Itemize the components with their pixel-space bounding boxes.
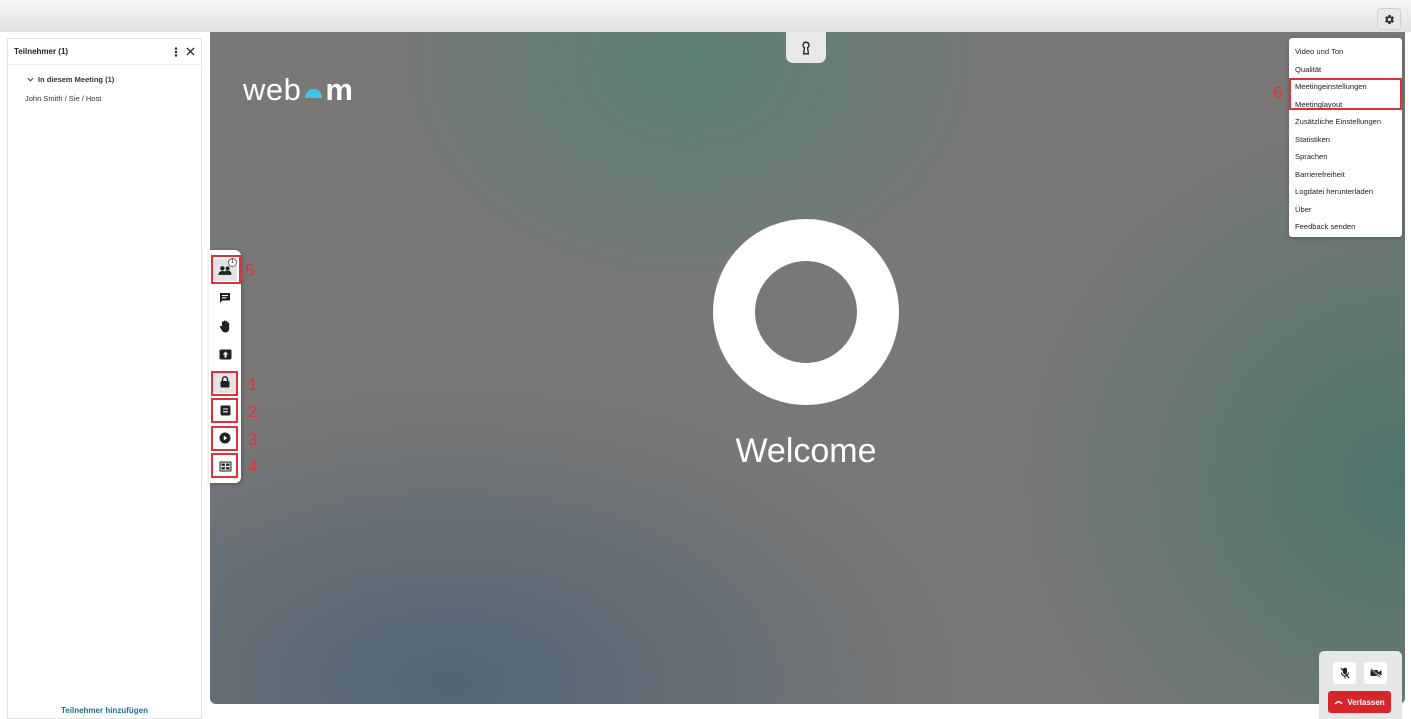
annotation-number-5: 5 xyxy=(245,261,255,280)
more-options-icon[interactable] xyxy=(174,46,178,57)
leave-button[interactable]: Verlassen xyxy=(1328,691,1391,713)
chevron-down-icon xyxy=(27,77,34,82)
keyhole-icon xyxy=(802,41,810,54)
layout-button[interactable] xyxy=(213,455,237,477)
camera-button[interactable] xyxy=(1364,662,1387,684)
logo-text-left: web xyxy=(243,72,302,107)
section-label: In diesem Meeting (1) xyxy=(38,75,115,84)
panel-header: Teilnehmer (1) xyxy=(8,39,201,65)
logo-dot xyxy=(305,88,323,98)
participants-badge: 1 xyxy=(228,258,237,267)
menu-item-feedback-senden[interactable]: Feedback senden xyxy=(1289,218,1402,236)
meeting-toolbar: 1 xyxy=(209,250,241,483)
add-participant-link[interactable]: Teilnehmer hinzufügen xyxy=(8,706,201,715)
raise-hand-button[interactable] xyxy=(213,315,237,337)
menu-item-ueber[interactable]: Über xyxy=(1289,201,1402,219)
share-screen-icon xyxy=(219,349,231,359)
annotation-number-3: 3 xyxy=(248,430,258,449)
annotation-number-6: 6 xyxy=(1273,83,1283,102)
hang-up-icon xyxy=(1334,700,1343,704)
gear-icon xyxy=(1384,14,1394,24)
lock-tab[interactable] xyxy=(786,32,826,63)
annotation-number-1: 1 xyxy=(248,375,258,394)
menu-item-barrierefreiheit[interactable]: Barrierefreiheit xyxy=(1289,166,1402,184)
leave-label: Verlassen xyxy=(1347,697,1385,707)
participants-button[interactable]: 1 xyxy=(213,258,237,281)
call-controls: Verlassen xyxy=(1319,651,1402,719)
logo-text-right: m xyxy=(325,72,354,107)
camera-off-icon xyxy=(1369,668,1381,678)
meeting-section-toggle[interactable]: In diesem Meeting (1) xyxy=(8,65,201,84)
menu-item-meetinglayout[interactable]: Meetinglayout xyxy=(1289,96,1402,114)
menu-item-statistiken[interactable]: Statistiken xyxy=(1289,131,1402,149)
play-button[interactable] xyxy=(213,427,237,449)
participants-panel: Teilnehmer (1) In diesem Meeting (1) Joh… xyxy=(7,38,202,719)
menu-item-meetingeinstellungen[interactable]: Meetingeinstellungen xyxy=(1289,78,1402,96)
mute-button[interactable] xyxy=(1333,662,1356,684)
layout-icon xyxy=(219,461,231,471)
menu-item-logdatei-herunterladen[interactable]: Logdatei herunterladen xyxy=(1289,183,1402,201)
menu-item-zusaetzliche-einstellungen[interactable]: Zusätzliche Einstellungen xyxy=(1289,113,1402,131)
webex-logo: web m xyxy=(243,70,353,110)
top-bar xyxy=(0,0,1411,32)
lock-meeting-button[interactable] xyxy=(213,371,237,393)
chat-button[interactable] xyxy=(213,287,237,309)
lock-icon xyxy=(220,376,230,388)
info-icon xyxy=(220,405,230,415)
menu-item-qualitaet[interactable]: Qualität xyxy=(1289,61,1402,79)
chat-icon xyxy=(220,293,230,303)
annotation-number-2: 2 xyxy=(248,402,258,421)
meeting-info-button[interactable] xyxy=(213,399,237,421)
menu-item-video-und-ton[interactable]: Video und Ton xyxy=(1289,43,1402,61)
panel-title: Teilnehmer (1) xyxy=(14,47,69,56)
participant-item[interactable]: John Smith / Sie / Host xyxy=(8,84,201,103)
microphone-muted-icon xyxy=(1340,667,1349,679)
welcome-ring xyxy=(713,219,899,405)
video-stage: web m Welcome xyxy=(210,32,1405,704)
annotation-number-4: 4 xyxy=(248,457,258,476)
settings-button[interactable] xyxy=(1377,8,1401,30)
play-icon xyxy=(219,432,231,444)
share-screen-button[interactable] xyxy=(213,343,237,365)
raise-hand-icon xyxy=(219,319,230,332)
menu-item-sprachen[interactable]: Sprachen xyxy=(1289,148,1402,166)
welcome-text: Welcome xyxy=(735,432,877,470)
settings-menu: Video und Ton Qualität Meetingeinstellun… xyxy=(1289,38,1402,237)
close-icon[interactable] xyxy=(186,47,195,56)
